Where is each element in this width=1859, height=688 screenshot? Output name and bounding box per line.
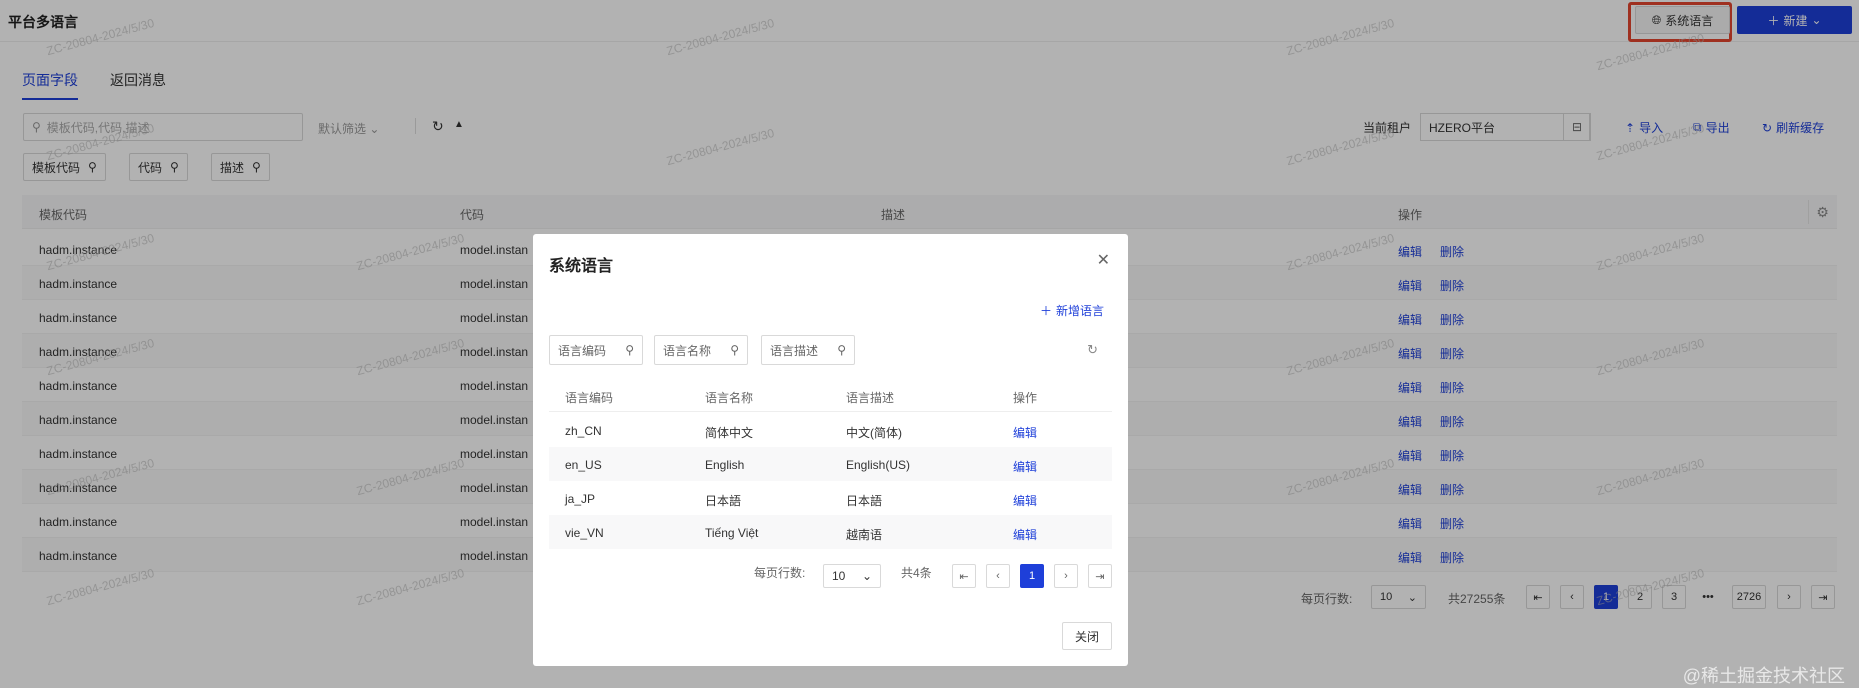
- column-header: 语言描述: [846, 391, 895, 405]
- language-desc-cell: English(US): [846, 458, 911, 472]
- language-row: zh_CN 简体中文 中文(简体) 编辑: [549, 413, 1112, 447]
- filter-label: 语言名称: [663, 343, 712, 358]
- prev-page-button[interactable]: ‹: [986, 564, 1010, 588]
- footer-watermark: @稀土掘金技术社区: [1682, 666, 1845, 686]
- column-header: 语言编码: [565, 391, 614, 405]
- search-icon: ⚲: [625, 343, 634, 357]
- add-language-button[interactable]: ＋ 新增语言: [1040, 302, 1104, 319]
- next-page-button[interactable]: ›: [1054, 564, 1078, 588]
- column-header: 操作: [1013, 391, 1038, 405]
- first-page-button[interactable]: ⇤: [952, 564, 976, 588]
- per-page-select[interactable]: 10 ⌄: [823, 564, 881, 588]
- language-name-filter[interactable]: 语言名称 ⚲: [654, 335, 748, 365]
- language-name-cell: Tiếng Việt: [705, 526, 759, 540]
- language-desc-cell: 中文(简体): [846, 426, 902, 440]
- language-desc-cell: 日本語: [846, 494, 883, 508]
- language-code-filter[interactable]: 语言编码 ⚲: [549, 335, 643, 365]
- close-button[interactable]: 关闭: [1062, 622, 1112, 650]
- chevron-down-icon: ⌄: [861, 569, 872, 583]
- last-page-button[interactable]: ⇥: [1088, 564, 1112, 588]
- refresh-icon[interactable]: ↻: [1087, 342, 1098, 358]
- system-language-modal: 系统语言 ✕ ＋ 新增语言 语言编码 ⚲ 语言名称 ⚲ 语言描述 ⚲ ↻ 语言编…: [533, 234, 1128, 666]
- total-count: 共4条: [901, 566, 932, 580]
- language-desc-cell: 越南语: [846, 528, 883, 542]
- language-desc-filter[interactable]: 语言描述 ⚲: [761, 335, 855, 365]
- modal-title: 系统语言: [549, 258, 614, 275]
- filter-label: 语言编码: [558, 343, 607, 358]
- edit-link[interactable]: 编辑: [1013, 458, 1037, 475]
- search-icon: ⚲: [837, 343, 846, 357]
- language-row: vie_VN Tiếng Việt 越南语 编辑: [549, 515, 1112, 549]
- filter-label: 语言描述: [770, 343, 819, 358]
- search-icon: ⚲: [730, 343, 739, 357]
- language-code-cell: zh_CN: [565, 424, 602, 438]
- language-name-cell: English: [705, 458, 745, 472]
- add-language-label: 新增语言: [1055, 304, 1104, 318]
- language-row: en_US English English(US) 编辑: [549, 447, 1112, 481]
- plus-icon: ＋: [1039, 304, 1052, 318]
- edit-link[interactable]: 编辑: [1013, 526, 1037, 543]
- language-code-cell: en_US: [565, 458, 602, 472]
- column-header: 语言名称: [705, 391, 754, 405]
- language-code-cell: vie_VN: [565, 526, 604, 540]
- edit-link[interactable]: 编辑: [1013, 492, 1037, 509]
- per-page-label: 每页行数:: [754, 566, 806, 580]
- language-name-cell: 简体中文: [705, 426, 754, 440]
- per-page-value: 10: [832, 569, 846, 583]
- edit-link[interactable]: 编辑: [1013, 424, 1037, 441]
- modal-table-header: 语言编码 语言名称 语言描述 操作: [549, 378, 1112, 412]
- page-button[interactable]: 1: [1020, 564, 1044, 588]
- close-icon[interactable]: ✕: [1097, 250, 1110, 270]
- language-row: ja_JP 日本語 日本語 编辑: [549, 481, 1112, 515]
- language-code-cell: ja_JP: [565, 492, 596, 506]
- language-name-cell: 日本語: [705, 494, 742, 508]
